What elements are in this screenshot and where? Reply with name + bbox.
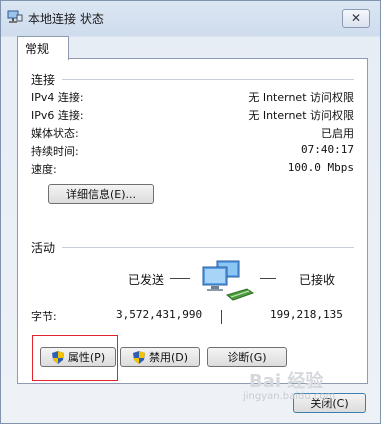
bytes-label: 字节: <box>31 310 57 323</box>
sent-dash <box>170 278 190 279</box>
bytes-received-value: 199,218,135 <box>270 308 343 321</box>
ipv4-label: IPv4 连接: <box>31 91 84 104</box>
disable-label: 禁用(D) <box>148 351 189 364</box>
status-dialog: 本地连接 状态 ✕ 常规 连接 IPv4 连接: 无 Internet 访问权限… <box>0 0 381 424</box>
highlight-box <box>32 335 118 381</box>
ipv6-label: IPv6 连接: <box>31 109 84 122</box>
duration-label: 持续时间: <box>31 145 79 158</box>
uac-shield-icon <box>132 350 145 364</box>
network-computers-icon <box>202 260 255 301</box>
disable-button[interactable]: 禁用(D) <box>120 347 200 367</box>
network-icon <box>7 10 23 23</box>
ipv4-value: 无 Internet 访问权限 <box>248 91 354 104</box>
window-title: 本地连接 状态 <box>28 12 104 26</box>
activity-separator <box>62 247 354 248</box>
activity-divider <box>221 310 222 324</box>
speed-value: 100.0 Mbps <box>287 161 354 174</box>
watermark-url: jingyan.baidu.com <box>243 391 336 402</box>
tab-general[interactable]: 常规 <box>17 36 69 60</box>
bytes-sent-value: 3,572,431,990 <box>116 308 203 321</box>
received-dash <box>260 278 276 279</box>
speed-label: 速度: <box>31 163 57 176</box>
tab-general-label: 常规 <box>25 42 50 56</box>
watermark-text: Bai 经验 <box>249 371 324 392</box>
duration-value: 07:40:17 <box>301 143 354 156</box>
media-state-value: 已启用 <box>321 127 354 140</box>
diagnose-button[interactable]: 诊断(G) <box>207 347 287 367</box>
connection-section-label: 连接 <box>31 73 56 87</box>
ipv6-value: 无 Internet 访问权限 <box>248 109 354 122</box>
connection-separator <box>62 79 354 80</box>
title-bar: 本地连接 状态 ✕ <box>1 1 380 35</box>
received-label: 已接收 <box>299 273 336 287</box>
media-state-label: 媒体状态: <box>31 127 79 140</box>
details-button[interactable]: 详细信息(E)... <box>48 184 154 204</box>
sent-label: 已发送 <box>128 273 165 287</box>
activity-section-label: 活动 <box>31 241 56 255</box>
title-close-button[interactable]: ✕ <box>342 9 370 28</box>
